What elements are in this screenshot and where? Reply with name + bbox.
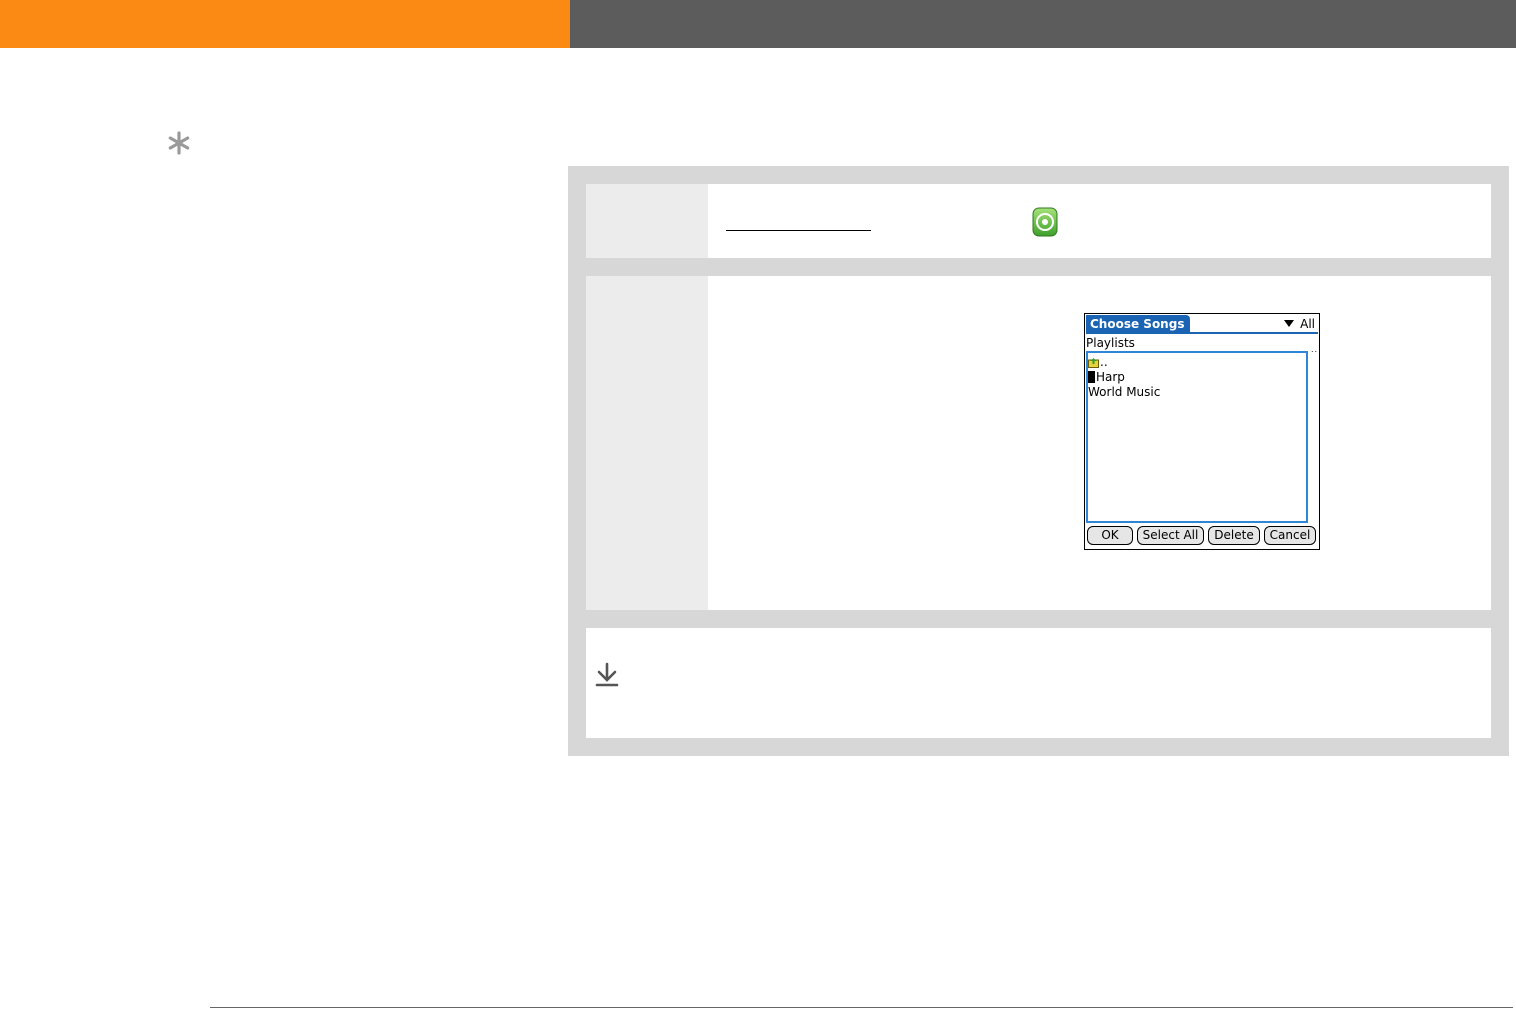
step-row-1 <box>586 184 1491 258</box>
download-arrow-icon <box>595 662 619 687</box>
playlist-list[interactable]: .. Harp World Music <box>1086 351 1308 523</box>
dropdown-triangle-icon <box>1284 320 1295 327</box>
footer-divider <box>210 1007 1513 1008</box>
music-app-icon <box>1032 207 1058 237</box>
list-item-label: Harp <box>1096 370 1125 384</box>
list-item[interactable]: World Music <box>1088 385 1160 400</box>
step-number-cell <box>586 184 708 258</box>
screen-title: Choose Songs <box>1086 315 1190 333</box>
list-item[interactable]: .. <box>1088 355 1108 370</box>
asterisk-icon <box>168 131 190 155</box>
step-number-cell <box>586 276 708 610</box>
list-item-label: .. <box>1100 355 1108 369</box>
category-value: All <box>1300 317 1315 331</box>
ok-button[interactable]: OK <box>1087 526 1133 545</box>
scroll-indicator: .. <box>1311 345 1319 354</box>
header-accent-bar <box>0 0 570 48</box>
playlist-icon <box>1088 370 1095 383</box>
done-note-row <box>586 628 1491 738</box>
folder-up-icon <box>1088 358 1099 368</box>
list-heading: Playlists <box>1086 336 1135 350</box>
screen-title-bar: Choose Songs All <box>1086 315 1318 334</box>
screen-button-bar: OK Select All Delete Cancel <box>1086 526 1318 546</box>
title-underline <box>1086 332 1318 334</box>
header-bar <box>570 0 1516 48</box>
delete-button[interactable]: Delete <box>1208 526 1260 545</box>
cross-reference-link[interactable] <box>726 230 871 231</box>
choose-songs-screen: Choose Songs All Playlists .. Harp World… <box>1084 313 1320 550</box>
step-row-2: Choose Songs All Playlists .. Harp World… <box>586 276 1491 610</box>
category-picker[interactable]: All <box>1284 316 1315 332</box>
cancel-button[interactable]: Cancel <box>1264 526 1316 545</box>
list-item[interactable]: Harp <box>1088 370 1125 385</box>
select-all-button[interactable]: Select All <box>1137 526 1204 545</box>
list-item-label: World Music <box>1088 385 1161 399</box>
